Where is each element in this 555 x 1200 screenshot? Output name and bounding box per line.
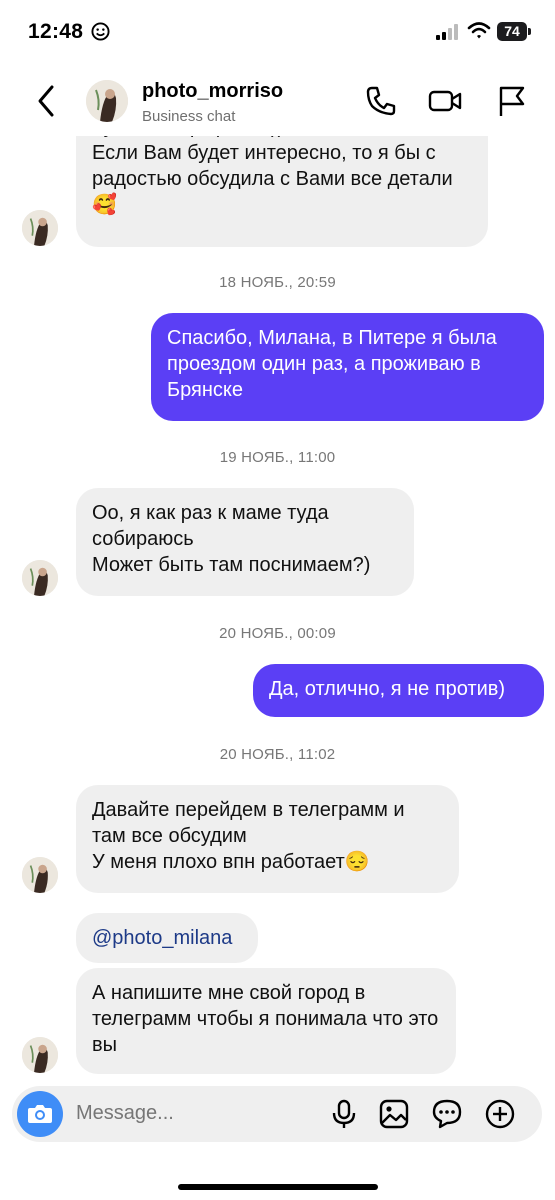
- smiley-status-icon: [91, 22, 110, 41]
- status-time: 12:48: [28, 20, 84, 43]
- battery-indicator: 74: [497, 22, 527, 41]
- sender-avatar: [22, 210, 58, 246]
- status-bar: 12:48 74: [0, 0, 555, 66]
- battery-tip: [528, 28, 531, 35]
- avatar-photo-icon: [22, 1037, 58, 1073]
- timestamp: 20 НОЯБ., 00:09: [219, 625, 336, 642]
- wifi-icon: [467, 22, 491, 39]
- contact-avatar[interactable]: [86, 80, 128, 122]
- sticker-icon[interactable]: [431, 1098, 463, 1130]
- message-list[interactable]: лучшее портфолио)) Если Вам будет интере…: [0, 120, 555, 1085]
- message-input[interactable]: Message...: [76, 1102, 174, 1125]
- contact-name[interactable]: photo_morriso: [142, 80, 283, 103]
- mention-message[interactable]: @photo_milana: [76, 913, 258, 963]
- timestamp: 19 НОЯБ., 11:00: [219, 449, 336, 466]
- avatar-photo-icon: [22, 210, 58, 246]
- phone-icon[interactable]: [364, 84, 398, 118]
- camera-icon: [28, 1105, 52, 1123]
- avatar-photo-icon: [86, 80, 128, 122]
- message-text: Давайте перейдем в телеграмм и там все о…: [92, 799, 405, 873]
- cellular-signal-icon: [436, 24, 458, 40]
- timestamp: 18 НОЯБ., 20:59: [219, 274, 336, 291]
- avatar-photo-icon: [22, 560, 58, 596]
- incoming-message[interactable]: лучшее портфолио)) Если Вам будет интере…: [76, 120, 488, 247]
- timestamp: 20 НОЯБ., 11:02: [219, 746, 336, 763]
- sender-avatar: [22, 1037, 58, 1073]
- microphone-icon[interactable]: [328, 1098, 360, 1130]
- incoming-message[interactable]: Давайте перейдем в телеграмм и там все о…: [76, 785, 459, 893]
- message-text: Спасибо, Милана, в Питере я была проездо…: [167, 327, 497, 401]
- mention-link[interactable]: @photo_milana: [92, 925, 242, 951]
- message-text: Да, отлично, я не против): [269, 678, 506, 700]
- gallery-icon[interactable]: [378, 1098, 410, 1130]
- contact-subtitle: Business chat: [142, 108, 236, 125]
- message-text: Оо, я как раз к маме туда собираюсь Може…: [92, 502, 371, 576]
- outgoing-message[interactable]: Спасибо, Милана, в Питере я была проездо…: [151, 313, 544, 421]
- camera-button[interactable]: [17, 1091, 63, 1137]
- outgoing-message[interactable]: Да, отлично, я не против): [253, 664, 544, 717]
- chat-header: photo_morriso Business chat: [0, 66, 555, 136]
- incoming-message[interactable]: А напишите мне свой город в телеграмм чт…: [76, 968, 456, 1074]
- sender-avatar: [22, 560, 58, 596]
- video-icon[interactable]: [428, 84, 462, 118]
- back-chevron-icon[interactable]: [32, 82, 62, 120]
- message-text: А напишите мне свой город в телеграмм чт…: [92, 982, 439, 1056]
- plus-icon[interactable]: [484, 1098, 516, 1130]
- home-indicator[interactable]: [178, 1184, 378, 1190]
- sender-avatar: [22, 857, 58, 893]
- avatar-photo-icon: [22, 857, 58, 893]
- message-composer[interactable]: Message...: [12, 1086, 542, 1142]
- flag-icon[interactable]: [495, 84, 529, 118]
- incoming-message[interactable]: Оо, я как раз к маме туда собираюсь Може…: [76, 488, 414, 596]
